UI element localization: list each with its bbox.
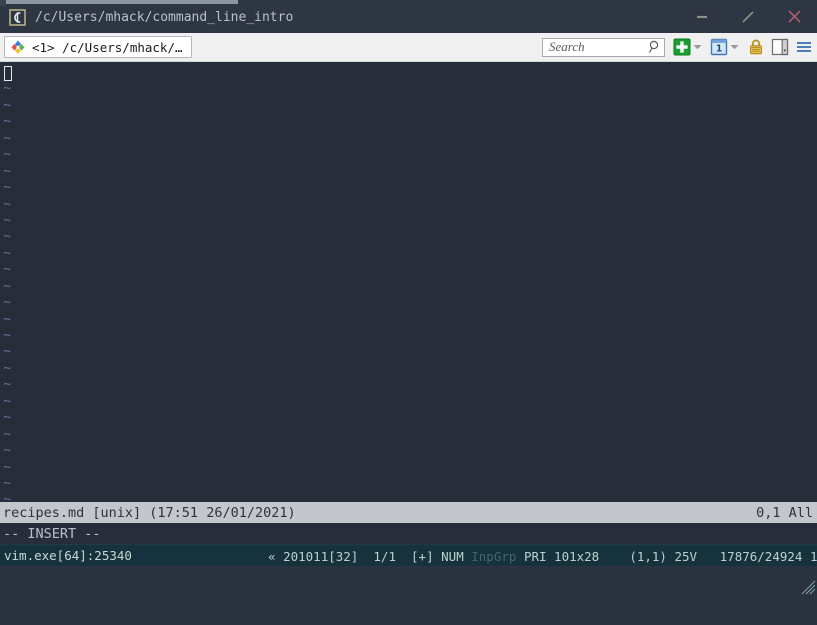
status-cursor-position: (1,1) <box>629 548 667 564</box>
status-pages: 1/1 <box>373 548 396 564</box>
vim-mode-text: -- INSERT -- <box>3 525 101 542</box>
terminal-status-bar: vim.exe[64]:25340 « 201011[32] 1/1 [+] N… <box>0 544 817 595</box>
cygwin-diamond-icon <box>10 39 26 55</box>
editor-empty-line: ~ <box>3 113 12 130</box>
close-button[interactable] <box>771 0 817 33</box>
status-modified: [+] <box>411 548 434 564</box>
editor-empty-line: ~ <box>3 458 12 475</box>
status-process: vim.exe[64]:25340 <box>4 548 132 563</box>
status-codepage: 201011[32] <box>283 548 359 564</box>
title-bar[interactable]: /c/Users/mhack/command_line_intro <box>0 0 817 33</box>
lock-icon[interactable] <box>746 38 765 57</box>
resize-grip[interactable] <box>801 550 816 595</box>
titlebar-top-corner <box>0 0 6 6</box>
editor-empty-line: ~ <box>3 195 12 212</box>
minimize-button[interactable] <box>679 0 725 33</box>
split-pane-icon[interactable] <box>770 38 789 57</box>
status-memory: 17876/24924 <box>719 548 803 564</box>
mintty-window: /c/Users/mhack/command_line_intro <1> /c… <box>0 0 817 595</box>
editor-empty-line: ~ <box>3 244 12 261</box>
editor-empty-line: ~ <box>3 80 12 97</box>
mintty-icon <box>9 9 26 26</box>
vim-file-info: recipes.md [unix] (17:51 26/01/2021) <box>3 504 296 521</box>
editor-empty-line: ~ <box>3 146 12 163</box>
hamburger-menu-icon[interactable] <box>794 38 813 57</box>
editor-empty-line: ~ <box>3 96 12 113</box>
new-tab-button[interactable] <box>672 38 691 57</box>
status-fields: « 201011[32] 1/1 [+] NUM InpGrp PRI 101x… <box>268 545 817 567</box>
editor-empty-line: ~ <box>3 442 12 459</box>
window-list-dropdown[interactable] <box>728 38 741 57</box>
editor-empty-line: ~ <box>3 277 12 294</box>
titlebar-top-strip <box>0 0 238 4</box>
editor-empty-line: ~ <box>3 261 12 278</box>
search-input[interactable] <box>549 39 648 55</box>
editor-empty-line: ~ <box>3 211 12 228</box>
editor-empty-line: ~ <box>3 425 12 442</box>
status-size: 101x28 <box>554 548 600 564</box>
editor-empty-line: ~ <box>3 409 12 426</box>
vim-position-info: 0,1 All <box>756 504 813 521</box>
editor-empty-line: ~ <box>3 129 12 146</box>
editor-empty-line: ~ <box>3 179 12 196</box>
editor-empty-line: ~ <box>3 228 12 245</box>
editor-empty-line: ~ <box>3 310 12 327</box>
window-list-button[interactable]: 1 <box>709 38 728 57</box>
new-tab-dropdown[interactable] <box>691 38 704 57</box>
search-icon[interactable] <box>648 40 661 54</box>
editor-empty-line: ~ <box>3 162 12 179</box>
editor-empty-line: ~ <box>3 392 12 409</box>
status-num: NUM <box>441 548 464 564</box>
vim-mode-line: -- INSERT -- <box>0 523 817 544</box>
window-controls <box>679 0 817 33</box>
status-version: 25V <box>674 548 698 564</box>
editor-empty-line: ~ <box>3 376 12 393</box>
vim-status-line: recipes.md [unix] (17:51 26/01/2021) 0,1… <box>0 502 817 523</box>
status-scroll-marker: « <box>268 548 276 564</box>
terminal-tab[interactable]: <1> /c/Users/mhack/… <box>4 36 192 58</box>
editor-empty-line: ~ <box>3 359 12 376</box>
toolbar: <1> /c/Users/mhack/… Search 1 <box>0 33 817 62</box>
tab-label: <1> /c/Users/mhack/… <box>32 39 183 55</box>
editor-empty-lines: ~ ~ ~ ~ ~ ~ ~ ~ ~ ~ ~ ~ ~ ~ ~ ~ ~ ~ ~ ~ ~ ~ ~ ~ ~ ~ <box>0 80 817 502</box>
terminal-editor-area[interactable]: ~ ~ ~ ~ ~ ~ ~ ~ ~ ~ ~ ~ ~ ~ ~ ~ ~ ~ ~ ~ ~ ~ ~ ~ ~ ~ <box>0 62 817 502</box>
toolbar-right-group: 1 <box>542 33 813 61</box>
editor-empty-line: ~ <box>3 474 12 491</box>
text-cursor <box>4 66 12 81</box>
editor-empty-line: ~ <box>3 491 12 502</box>
maximize-button[interactable] <box>725 0 771 33</box>
svg-text:1: 1 <box>715 44 722 55</box>
status-input-group: InpGrp <box>471 548 517 564</box>
status-priority: PRI <box>523 548 547 564</box>
window-title: /c/Users/mhack/command_line_intro <box>35 10 294 25</box>
editor-empty-line: ~ <box>3 294 12 311</box>
editor-empty-line: ~ <box>3 327 12 343</box>
search-box[interactable] <box>542 37 665 57</box>
editor-empty-line: ~ <box>3 343 12 360</box>
